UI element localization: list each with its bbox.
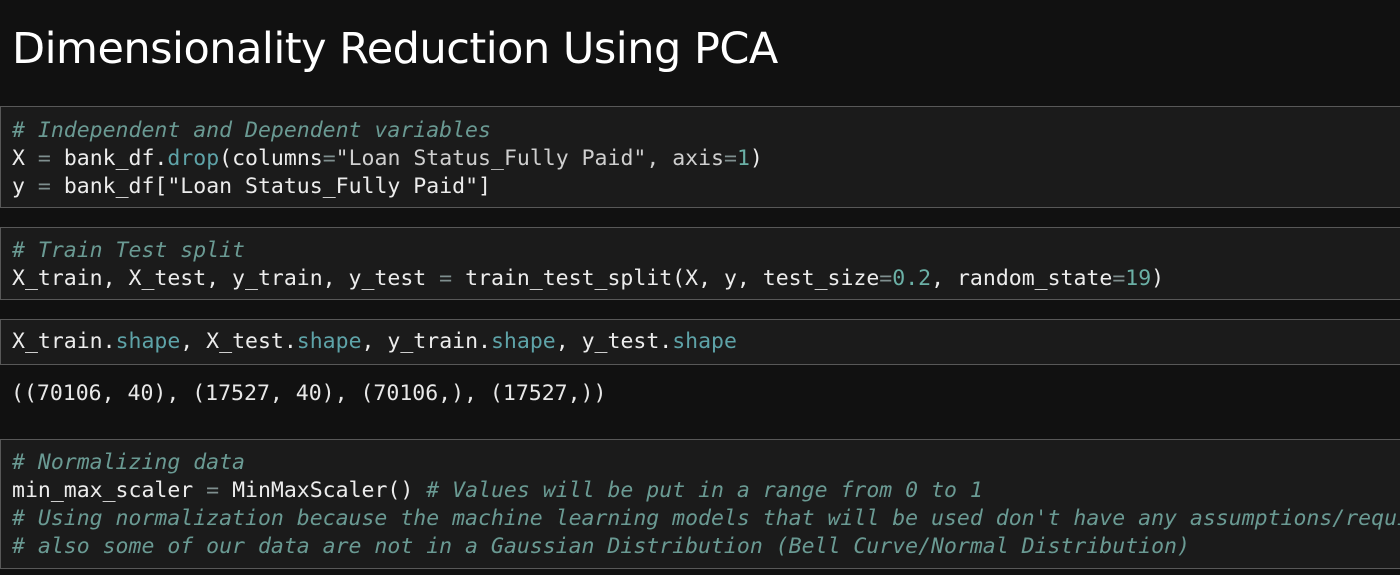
code-token: ): [749, 146, 763, 171]
code-line: # Independent and Dependent variables: [12, 117, 1400, 145]
code-comment: # Normalizing data: [12, 450, 245, 475]
code-operator: =: [1112, 266, 1126, 291]
code-comment: # Using normalization because the machin…: [12, 506, 1400, 531]
code-token: y: [12, 174, 25, 199]
code-token: X: [12, 146, 25, 171]
code-method: drop: [167, 146, 220, 171]
code-comment: # Independent and Dependent variables: [12, 118, 491, 143]
code-token: X_train.: [12, 329, 116, 354]
code-editor[interactable]: X_train.shape, X_test.shape, y_train.sha…: [1, 320, 1400, 356]
code-line: # also some of our data are not in a Gau…: [12, 533, 1400, 561]
code-line: # Normalizing data: [12, 449, 1400, 477]
code-editor[interactable]: # Normalizing data min_max_scaler = MinMa…: [1, 440, 1400, 561]
code-token: X_train, X_test, y_train, y_test: [12, 266, 427, 291]
code-operator: =: [37, 146, 51, 171]
code-token: , y_train.: [361, 329, 491, 354]
code-cell-train-test-split[interactable]: # Train Test split X_train, X_test, y_tra…: [0, 227, 1400, 300]
code-attribute: shape: [490, 329, 556, 354]
code-operator: =: [724, 146, 737, 171]
code-cell-variables[interactable]: # Independent and Dependent variables X =…: [0, 106, 1400, 208]
code-string: "Loan Status_Fully Paid", axis: [335, 146, 724, 171]
cell-output: ((70106, 40), (17527, 40), (70106,), (17…: [11, 381, 607, 406]
code-attribute: shape: [115, 329, 181, 354]
code-attribute: shape: [672, 329, 737, 354]
code-line: # Using normalization because the machin…: [12, 505, 1400, 533]
code-token: MinMaxScaler(): [232, 478, 414, 503]
code-cell-shapes[interactable]: X_train.shape, X_test.shape, y_train.sha…: [0, 319, 1400, 365]
code-comment: # Train Test split: [12, 238, 245, 263]
code-attribute: shape: [296, 329, 362, 354]
code-editor[interactable]: # Train Test split X_train, X_test, y_tra…: [1, 228, 1400, 293]
code-token: , y_test.: [555, 329, 673, 354]
code-comment: # Values will be put in a range from 0 t…: [426, 478, 983, 503]
code-token: , random_state: [931, 266, 1113, 291]
code-token: (columns: [219, 146, 323, 171]
code-token: , X_test.: [180, 329, 297, 354]
code-operator: =: [322, 146, 336, 171]
code-editor[interactable]: # Independent and Dependent variables X =…: [1, 107, 1400, 201]
code-number: 1: [736, 146, 750, 171]
code-token: bank_df["Loan Status_Fully Paid"]: [63, 174, 491, 199]
code-operator: =: [439, 266, 453, 291]
code-line: min_max_scaler = MinMaxScaler() # Values…: [12, 477, 1400, 505]
code-line: y = bank_df["Loan Status_Fully Paid"]: [12, 173, 1400, 201]
code-token: train_test_split(X, y, test_size: [465, 266, 880, 291]
code-cell-normalizing[interactable]: # Normalizing data min_max_scaler = MinMa…: [0, 439, 1400, 569]
code-token: bank_df.: [63, 146, 168, 171]
code-line: X_train, X_test, y_train, y_test = train…: [12, 265, 1400, 293]
notebook-heading: Dimensionality Reduction Using PCA: [12, 24, 778, 74]
code-number: 0.2: [892, 266, 932, 291]
code-line: X = bank_df.drop(columns="Loan Status_Fu…: [12, 145, 1400, 173]
code-comment: # also some of our data are not in a Gau…: [12, 534, 1190, 559]
code-operator: =: [879, 266, 893, 291]
code-operator: =: [37, 174, 51, 199]
code-operator: =: [206, 478, 220, 503]
code-number: 19: [1125, 266, 1152, 291]
code-line: # Train Test split: [12, 237, 1400, 265]
code-token: min_max_scaler: [12, 478, 194, 503]
code-token: ): [1151, 266, 1165, 291]
code-line: X_train.shape, X_test.shape, y_train.sha…: [12, 328, 1400, 356]
